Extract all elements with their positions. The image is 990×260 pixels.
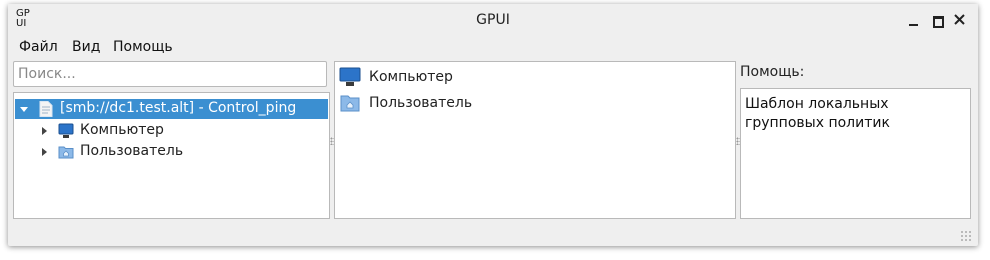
main-window: GP UI GPUI Файл Вид Помощь Поиск... [smb…: [8, 4, 978, 246]
close-button[interactable]: [952, 12, 968, 28]
tree-root-item[interactable]: [smb://dc1.test.alt] - Control_ping: [15, 99, 328, 119]
tree-root-label: [smb://dc1.test.alt] - Control_ping: [60, 100, 297, 116]
minimize-button[interactable]: [906, 12, 922, 28]
user-folder-icon: [58, 146, 74, 159]
list-item-computer-label: Компьютер: [369, 69, 453, 85]
help-title: Помощь:: [740, 64, 805, 80]
menu-help[interactable]: Помощь: [113, 39, 173, 55]
title-bar[interactable]: GP UI GPUI: [8, 4, 978, 36]
help-text-box: Шаблон локальных групповых политик: [740, 88, 971, 219]
menu-file[interactable]: Файл: [19, 39, 58, 55]
tree-item-computer-label: Компьютер: [80, 122, 164, 138]
user-folder-icon: [340, 95, 360, 112]
policy-tree[interactable]: [smb://dc1.test.alt] - Control_ping Комп…: [13, 92, 330, 219]
menu-help-label: Помощь: [113, 39, 173, 55]
close-icon: [954, 14, 965, 25]
tree-item-user-label: Пользователь: [80, 143, 184, 159]
computer-icon: [339, 67, 361, 86]
menu-view-label: Вид: [72, 39, 101, 55]
window-title: GPUI: [476, 12, 510, 28]
maximize-button[interactable]: [930, 12, 946, 28]
computer-icon: [58, 123, 74, 138]
expand-arrow-icon[interactable]: [42, 148, 47, 156]
list-item-user-label: Пользователь: [369, 95, 473, 111]
menu-file-label: Файл: [19, 39, 58, 55]
document-icon: [39, 101, 53, 117]
menu-view[interactable]: Вид: [72, 39, 100, 55]
collapse-arrow-icon[interactable]: [20, 107, 28, 112]
tree-item-user[interactable]: Пользователь: [15, 142, 328, 162]
search-input[interactable]: [18, 63, 318, 85]
tree-item-computer[interactable]: Компьютер: [15, 121, 328, 141]
menu-bar: Файл Вид Помощь: [8, 38, 978, 58]
content-list[interactable]: Компьютер Пользователь: [334, 61, 736, 219]
resize-grip[interactable]: [960, 230, 972, 242]
expand-arrow-icon[interactable]: [42, 127, 47, 135]
help-text: Шаблон локальных групповых политик: [745, 96, 890, 131]
search-field[interactable]: [13, 61, 327, 87]
